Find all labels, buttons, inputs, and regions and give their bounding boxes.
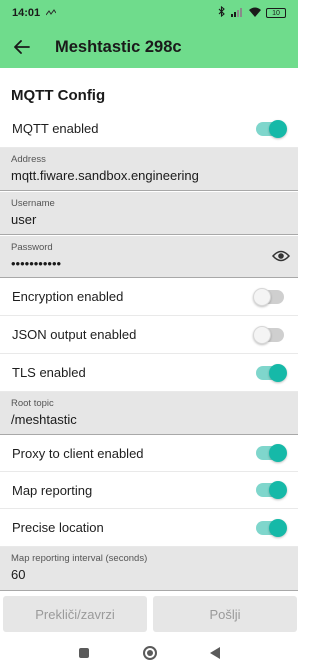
arrow-left-icon[interactable] xyxy=(12,37,32,57)
root-topic-label: Root topic xyxy=(11,398,54,409)
back-triangle-icon[interactable] xyxy=(210,647,220,659)
mqtt-enabled-row[interactable]: MQTT enabled xyxy=(0,110,298,148)
address-value[interactable]: mqtt.fiware.sandbox.engineering xyxy=(11,168,287,183)
encryption-enabled-label: Encryption enabled xyxy=(12,289,124,304)
address-label: Address xyxy=(11,154,46,165)
mqtt-enabled-label: MQTT enabled xyxy=(12,121,99,136)
map-reporting-label: Map reporting xyxy=(12,482,93,498)
signal-icon xyxy=(231,7,244,20)
battery-icon: 10 xyxy=(266,8,286,18)
map-reporting-row[interactable]: Map reporting xyxy=(0,472,298,509)
username-field[interactable]: Username user xyxy=(0,192,298,235)
tls-enabled-label: TLS enabled xyxy=(12,365,86,380)
app-title: Meshtastic 298c xyxy=(55,37,182,56)
precise-location-label: Precise location xyxy=(12,520,104,535)
tls-enabled-toggle[interactable] xyxy=(256,363,287,382)
encryption-enabled-row[interactable]: Encryption enabled xyxy=(0,278,298,316)
precise-location-toggle[interactable] xyxy=(256,518,287,537)
home-icon[interactable] xyxy=(143,646,157,660)
username-value[interactable]: user xyxy=(11,212,287,227)
map-reporting-toggle[interactable] xyxy=(256,481,287,499)
app-bar: Meshtastic 298c xyxy=(0,26,298,68)
json-output-enabled-row[interactable]: JSON output enabled xyxy=(0,316,298,354)
root-topic-field[interactable]: Root topic /meshtastic xyxy=(0,392,298,435)
proxy-to-client-row[interactable]: Proxy to client enabled xyxy=(0,435,298,472)
mqtt-enabled-toggle[interactable] xyxy=(256,119,287,138)
activity-icon xyxy=(45,8,57,18)
status-bar: 14:01 10 xyxy=(0,0,298,26)
json-output-enabled-toggle[interactable] xyxy=(253,325,284,344)
encryption-enabled-toggle[interactable] xyxy=(253,287,284,306)
bluetooth-icon xyxy=(218,5,226,20)
precise-location-row[interactable]: Precise location xyxy=(0,509,298,547)
section-title: MQTT Config xyxy=(11,87,106,104)
send-button[interactable]: Pošlji xyxy=(153,596,297,632)
battery-level: 10 xyxy=(272,9,280,17)
password-field[interactable]: Password ••••••••••• xyxy=(0,236,298,278)
status-time: 14:01 xyxy=(12,7,41,19)
map-interval-value[interactable]: 60 xyxy=(11,567,287,582)
action-bar: Prekliči/zavrzi Pošlji xyxy=(0,593,298,637)
map-interval-field[interactable]: Map reporting interval (seconds) 60 xyxy=(0,547,298,591)
wifi-icon xyxy=(249,7,261,20)
eye-icon[interactable] xyxy=(271,249,291,263)
json-output-enabled-label: JSON output enabled xyxy=(12,327,137,342)
system-nav-bar xyxy=(0,637,298,670)
proxy-to-client-label: Proxy to client enabled xyxy=(12,445,144,461)
address-field[interactable]: Address mqtt.fiware.sandbox.engineering xyxy=(0,148,298,191)
username-label: Username xyxy=(11,198,55,209)
tls-enabled-row[interactable]: TLS enabled xyxy=(0,354,298,392)
proxy-to-client-toggle[interactable] xyxy=(256,444,287,462)
password-label: Password xyxy=(11,242,53,253)
cancel-button[interactable]: Prekliči/zavrzi xyxy=(3,596,147,632)
map-interval-label: Map reporting interval (seconds) xyxy=(11,553,148,564)
password-value[interactable]: ••••••••••• xyxy=(11,256,287,271)
recents-icon[interactable] xyxy=(79,648,89,658)
root-topic-value[interactable]: /meshtastic xyxy=(11,412,287,427)
